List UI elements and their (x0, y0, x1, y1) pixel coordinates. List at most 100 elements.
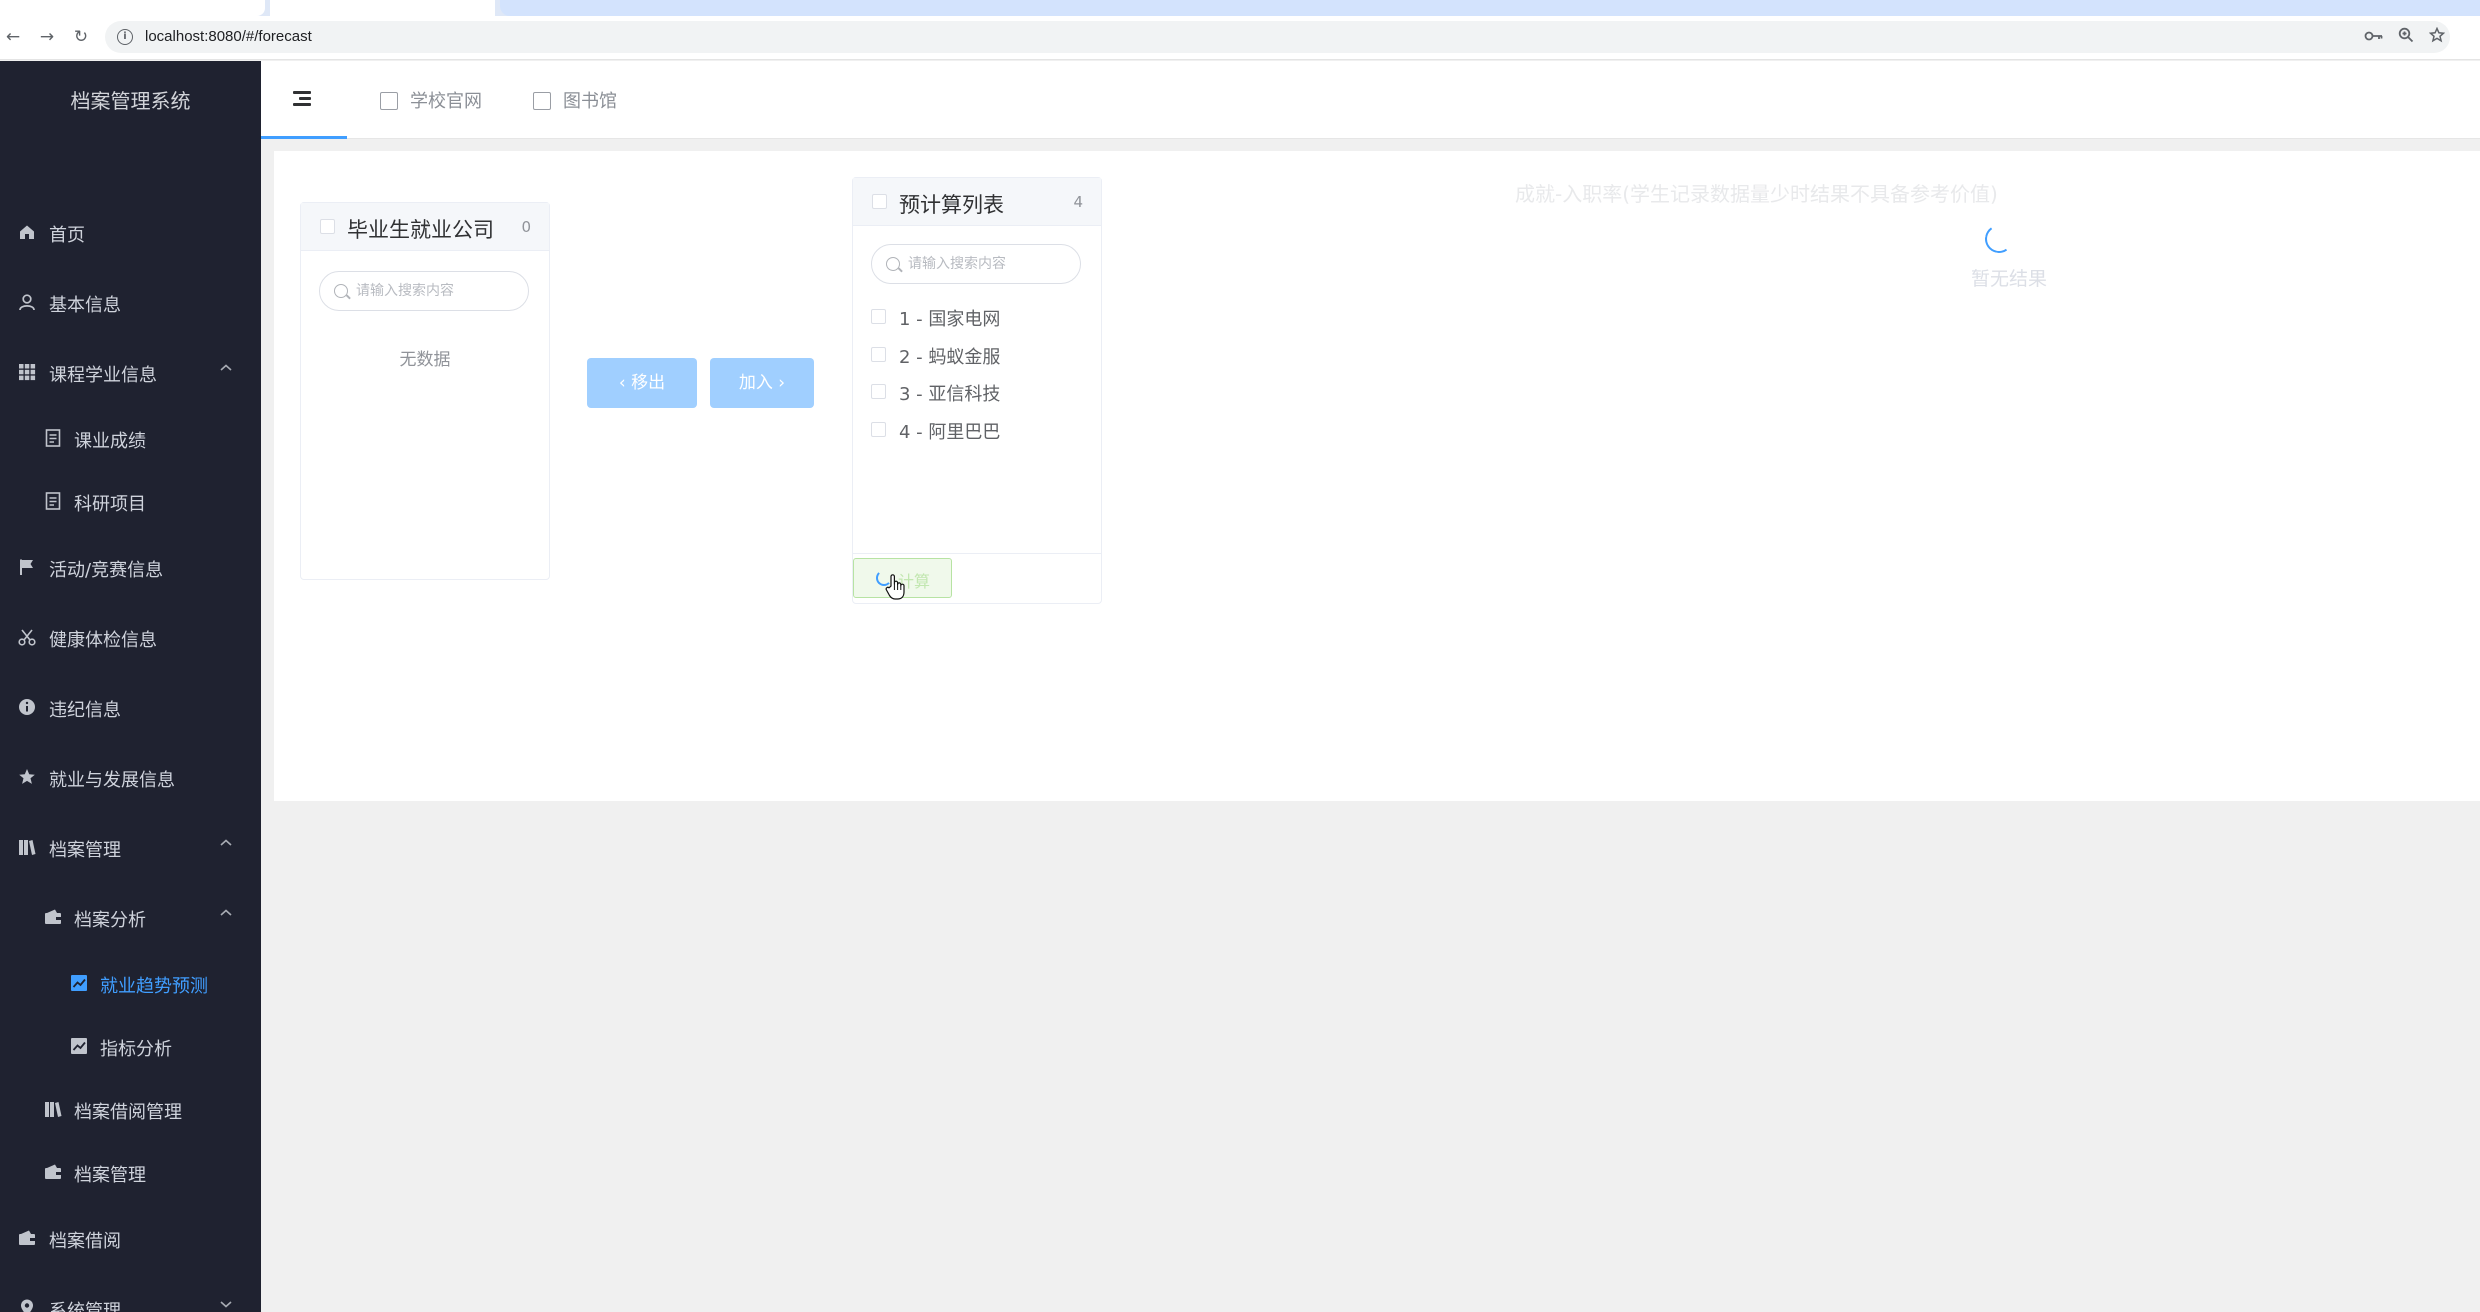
school-website-link[interactable]: 学校官网 (380, 87, 482, 113)
sidebar-item-label: 活动/竞赛信息 (49, 560, 164, 581)
sidebar-item-indicator-analysis[interactable]: 指标分析 (0, 1019, 261, 1075)
sidebar-item-label: 档案借阅管理 (74, 1102, 182, 1123)
school-website-label: 学校官网 (410, 91, 482, 112)
user-icon (17, 293, 37, 313)
panel-title: 毕业生就业公司 (347, 218, 494, 242)
sidebar: 档案管理系统 首页 基本信息 课程学业信息 课业成绩 科研项目 活动/竞赛信息 … (0, 61, 261, 1312)
sidebar-item-system[interactable]: 系统管理 (0, 1281, 261, 1312)
home-icon (17, 223, 37, 243)
sidebar-item-label: 基本信息 (49, 295, 121, 316)
building-icon (380, 92, 398, 110)
sidebar-item-employment-forecast[interactable]: 就业趋势预测 (0, 956, 261, 1012)
sidebar-item-research[interactable]: 科研项目 (0, 474, 261, 530)
chart-loading-icon (1982, 222, 2016, 256)
scissors-icon (17, 628, 37, 648)
key-icon[interactable] (2363, 27, 2385, 47)
forward-icon[interactable]: → (34, 24, 60, 50)
app-title: 档案管理系统 (70, 89, 191, 113)
sidebar-item-borrow[interactable]: 档案借阅 (0, 1211, 261, 1267)
search-box[interactable] (871, 244, 1081, 284)
add-button[interactable]: 加入 › (710, 358, 814, 408)
list-item[interactable]: 4 - 阿里巴巴 (871, 414, 1071, 444)
chevron-up-icon (219, 908, 233, 922)
chart-icon (69, 1037, 89, 1057)
library-label: 图书馆 (563, 91, 617, 112)
sidebar-toggle-button[interactable] (261, 61, 347, 139)
sidebar-item-home[interactable]: 首页 (0, 205, 261, 261)
back-icon[interactable]: ← (0, 24, 26, 50)
chart-empty-text: 暂无结果 (1971, 268, 2048, 290)
sidebar-item-label: 科研项目 (74, 494, 146, 515)
books-icon (17, 838, 37, 858)
sidebar-item-archive-manage[interactable]: 档案管理 (0, 1145, 261, 1201)
url-text[interactable]: localhost:8080/#/forecast (145, 28, 312, 45)
sidebar-item-label: 课程学业信息 (49, 365, 157, 386)
wallet-icon (43, 908, 63, 928)
sidebar-item-archive-mgmt[interactable]: 档案管理 (0, 820, 261, 876)
wallet-icon (17, 1229, 37, 1249)
document-icon (43, 492, 63, 512)
select-all-checkbox[interactable] (320, 219, 335, 234)
address-bar[interactable]: i localhost:8080/#/forecast (105, 21, 2450, 53)
list-item[interactable]: 3 - 亚信科技 (871, 376, 1071, 406)
star-icon (17, 768, 37, 788)
item-checkbox[interactable] (871, 422, 886, 437)
reload-icon[interactable]: ↻ (68, 24, 94, 50)
sidebar-item-label: 健康体检信息 (49, 630, 157, 651)
add-label: 加入 (738, 373, 773, 393)
sidebar-item-basic-info[interactable]: 基本信息 (0, 275, 261, 331)
browser-tab-active[interactable] (0, 0, 265, 16)
sidebar-item-health[interactable]: 健康体检信息 (0, 610, 261, 666)
sidebar-item-employment[interactable]: 就业与发展信息 (0, 750, 261, 806)
library-link[interactable]: 图书馆 (533, 87, 617, 113)
browser-tab[interactable] (270, 0, 495, 16)
wallet-icon (43, 1163, 63, 1183)
panel-header: 毕业生就业公司 0 (301, 203, 549, 251)
sidebar-item-label: 课业成绩 (74, 431, 146, 452)
search-input[interactable] (356, 280, 516, 302)
zoom-icon[interactable] (2395, 27, 2417, 47)
item-label: 3 - 亚信科技 (899, 384, 1001, 405)
main-content: 毕业生就业公司 0 无数据 ‹ 移出 加入 › 预计算列表 4 1 - 国家电网 (274, 151, 2480, 801)
sidebar-item-activity[interactable]: 活动/竞赛信息 (0, 540, 261, 596)
remove-button[interactable]: ‹ 移出 (587, 358, 697, 408)
panel-title: 预计算列表 (899, 193, 1004, 217)
item-checkbox[interactable] (871, 384, 886, 399)
menu-fold-icon (293, 91, 313, 107)
search-input[interactable] (908, 253, 1068, 275)
list-item[interactable]: 2 - 蚂蚁金服 (871, 339, 1071, 369)
item-checkbox[interactable] (871, 347, 886, 362)
hand-cursor-icon (884, 573, 908, 601)
sidebar-item-borrow-mgmt[interactable]: 档案借阅管理 (0, 1082, 261, 1138)
sidebar-item-label: 档案管理 (74, 1165, 146, 1186)
chevron-down-icon (219, 1299, 233, 1312)
transfer-panel-left: 毕业生就业公司 0 无数据 (300, 202, 550, 580)
sidebar-item-label: 系统管理 (49, 1301, 121, 1312)
item-label: 2 - 蚂蚁金服 (899, 347, 1001, 368)
chevron-right-icon: › (772, 373, 786, 393)
location-icon (17, 1299, 37, 1312)
sidebar-item-grades[interactable]: 课业成绩 (0, 411, 261, 467)
sidebar-item-course[interactable]: 课程学业信息 (0, 345, 261, 401)
sidebar-item-label: 档案借阅 (49, 1231, 121, 1252)
list-item[interactable]: 1 - 国家电网 (871, 301, 1071, 331)
search-box[interactable] (319, 271, 529, 311)
top-header: 学校官网 图书馆 (261, 61, 2480, 139)
info-icon (17, 698, 37, 718)
remove-label: 移出 (631, 373, 666, 393)
select-all-checkbox[interactable] (872, 194, 887, 209)
star-icon[interactable] (2426, 26, 2448, 47)
item-label: 1 - 国家电网 (899, 309, 1001, 330)
sidebar-item-archive-analysis[interactable]: 档案分析 (0, 890, 261, 946)
sidebar-item-discipline[interactable]: 违纪信息 (0, 680, 261, 736)
panel-count: 0 (521, 218, 531, 236)
browser-tabstrip-bg (500, 0, 2480, 16)
site-info-icon[interactable]: i (117, 29, 133, 45)
browser-tabstrip (0, 0, 2480, 16)
empty-text: 无数据 (399, 350, 451, 370)
grid-icon (17, 363, 37, 383)
chevron-up-icon (219, 363, 233, 377)
item-checkbox[interactable] (871, 309, 886, 324)
sidebar-item-label: 就业趋势预测 (100, 976, 208, 997)
sidebar-item-label: 档案管理 (49, 840, 121, 861)
